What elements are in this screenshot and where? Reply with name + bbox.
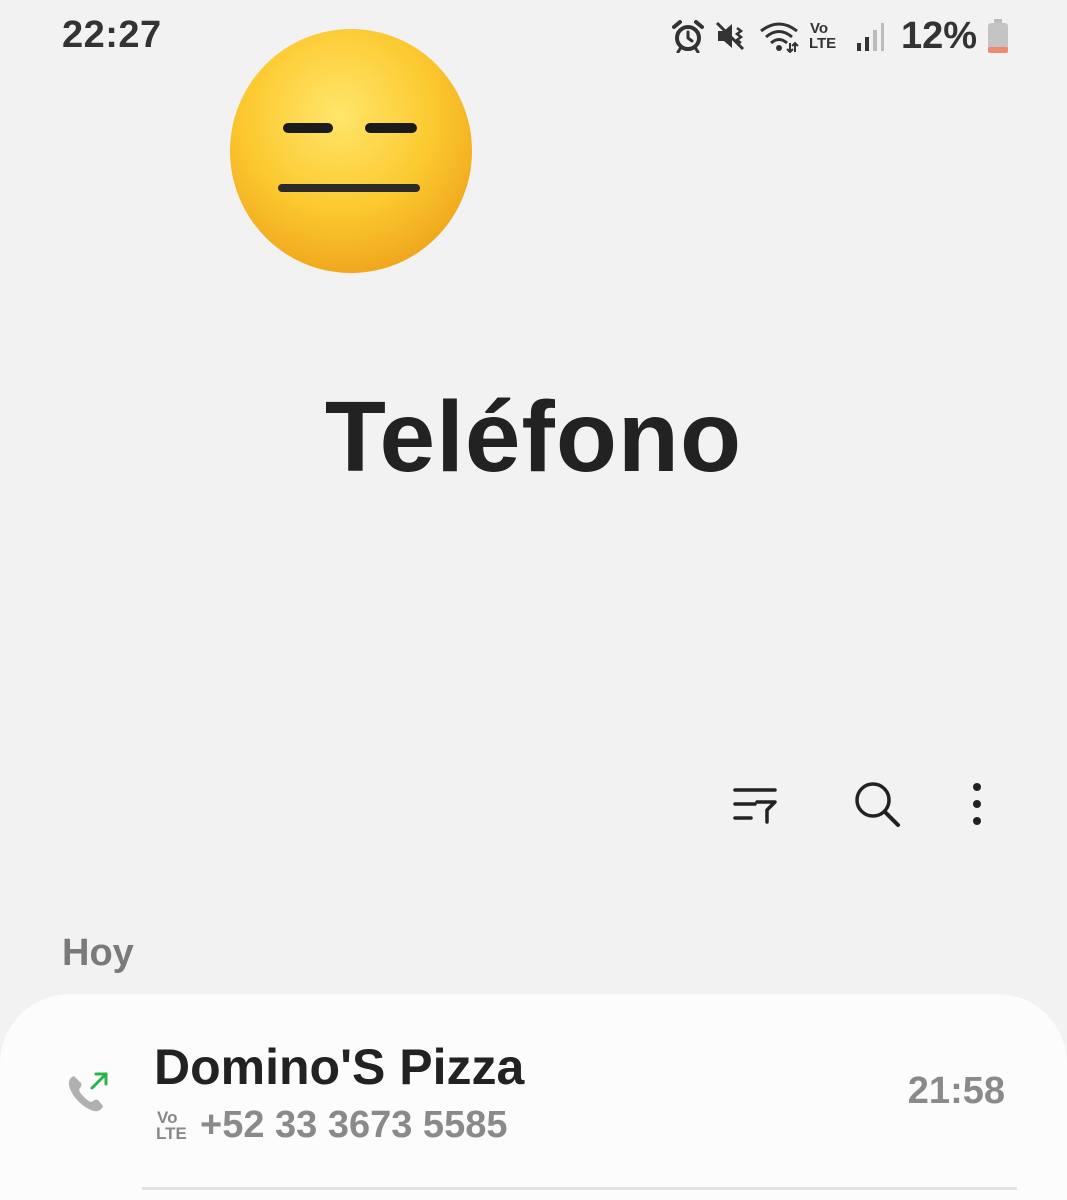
alarm-icon	[671, 20, 704, 53]
signal-icon	[856, 23, 884, 51]
mute-vibrate-icon	[715, 21, 744, 51]
call-log-card: Domino'S Pizza Vo LTE +52 33 3673 5585 2…	[0, 994, 1067, 1200]
more-options-icon	[973, 783, 981, 825]
status-time: 22:27	[62, 14, 162, 56]
call-time: 21:58	[907, 1070, 1005, 1112]
toolbar	[725, 774, 1007, 834]
contact-name: Domino'S Pizza	[154, 1039, 525, 1095]
number-line: Vo LTE +52 33 3673 5585	[156, 1104, 507, 1147]
expressionless-face-emoji	[230, 29, 472, 273]
section-header-today: Hoy	[62, 932, 134, 974]
call-log-entry[interactable]: Domino'S Pizza Vo LTE +52 33 3673 5585 2…	[0, 994, 1067, 1190]
phone-app-screen: 22:27 Vo LTE 12% Teléfono Hoy Domino'S P…	[0, 0, 1067, 1200]
status-icons: Vo LTE 12%	[671, 14, 1009, 58]
more-options-button[interactable]	[947, 774, 1007, 834]
phone-number: +52 33 3673 5585	[200, 1104, 508, 1146]
filter-button[interactable]	[725, 774, 785, 834]
battery-icon	[988, 19, 1008, 53]
divider	[142, 1187, 1017, 1190]
search-icon	[855, 782, 900, 827]
battery-percent: 12%	[900, 14, 977, 57]
outgoing-call-icon	[68, 1072, 108, 1112]
page-title: Teléfono	[324, 381, 743, 493]
volte-icon: Vo LTE	[808, 20, 837, 52]
filter-icon	[733, 788, 777, 824]
volte-badge: Vo LTE	[156, 1107, 187, 1143]
status-bar: 22:27 Vo LTE 12%	[0, 0, 1067, 72]
wifi-icon	[760, 22, 799, 53]
search-button[interactable]	[847, 774, 907, 834]
